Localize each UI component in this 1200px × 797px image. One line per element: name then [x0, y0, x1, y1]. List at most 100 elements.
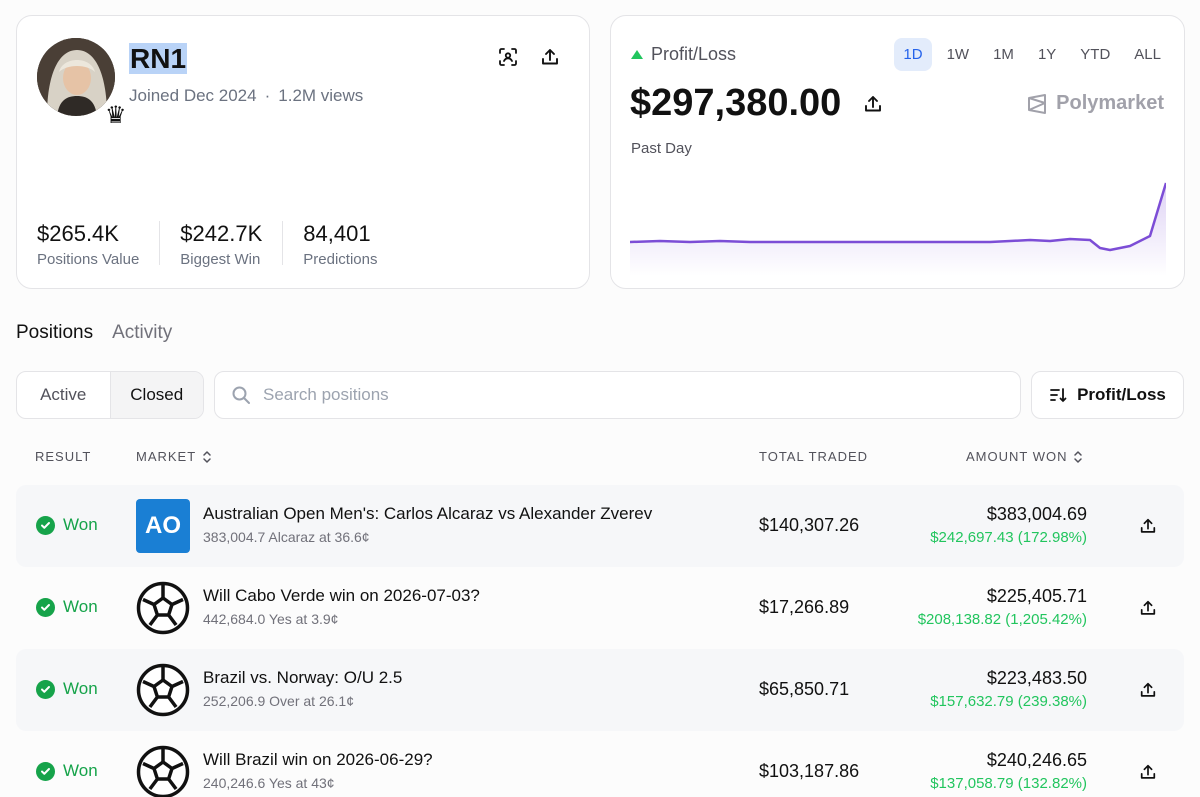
profit-gain: $137,058.79 (132.82%) [930, 775, 1087, 792]
profile-stats: $265.4K Positions Value $242.7K Biggest … [37, 221, 417, 268]
stat-value: 84,401 [303, 221, 371, 246]
search-input[interactable] [263, 385, 963, 405]
sort-toggle-icon [203, 450, 211, 463]
table-row[interactable]: Won Will Cabo Verde win on 2026-07-03? 4… [16, 567, 1184, 649]
market-title[interactable]: Australian Open Men's: Carlos Alcaraz vs… [203, 504, 652, 524]
header-total-traded-label: TOTAL TRADED [759, 449, 869, 464]
result-text: Won [63, 597, 98, 616]
tab-activity[interactable]: Activity [112, 322, 172, 344]
total-traded: $103,187.86 [759, 761, 860, 781]
sort-toggle-icon [1074, 450, 1083, 463]
share-icon[interactable] [859, 90, 887, 118]
range-ytd[interactable]: YTD [1071, 38, 1119, 71]
header-market-label: MARKET [136, 449, 197, 464]
market-position: 252,206.9 Over at 26.1¢ [203, 693, 354, 709]
range-1d[interactable]: 1D [894, 38, 932, 71]
header-amount-won[interactable]: AMOUNT WON [966, 449, 1083, 464]
scan-icon[interactable] [494, 43, 522, 71]
profit-gain: $208,138.82 (1,205.42%) [917, 611, 1087, 628]
range-1w[interactable]: 1W [938, 38, 979, 71]
avatar[interactable] [37, 38, 115, 116]
share-icon[interactable] [1134, 512, 1162, 540]
header-total-traded: TOTAL TRADED [759, 449, 868, 464]
amount-won: $223,483.50 [986, 668, 1087, 688]
pnl-area [630, 183, 1166, 276]
soccer-ball-icon [136, 663, 190, 717]
brand-name: Polymarket [1056, 92, 1164, 114]
range-all[interactable]: ALL [1125, 38, 1170, 71]
pnl-value: $297,380.00 [630, 82, 842, 124]
soccer-ball-icon [136, 745, 190, 797]
share-icon[interactable] [1134, 758, 1162, 786]
meta-separator: · [264, 86, 271, 105]
result-text: Won [63, 679, 98, 698]
check-circle-icon [36, 761, 55, 781]
joined-date: Joined Dec 2024 [129, 86, 257, 105]
pnl-card: Profit/Loss 1D 1W 1M 1Y YTD ALL $297,380… [610, 15, 1185, 289]
result-badge: Won [36, 515, 98, 535]
view-count: 1.2M views [278, 86, 364, 105]
header-result: RESULT [35, 449, 91, 464]
header-amount-won-label: AMOUNT WON [966, 449, 1068, 464]
filter-closed-button[interactable]: Closed [109, 372, 203, 418]
pnl-label: Profit/Loss [631, 44, 736, 65]
pnl-chart [630, 182, 1166, 276]
check-circle-icon [36, 679, 55, 699]
table-row[interactable]: Won Will Brazil win on 2026-06-29? 240,2… [16, 731, 1184, 797]
header-market[interactable]: MARKET [136, 449, 212, 464]
stat-value: $242.7K [180, 221, 263, 246]
total-traded: $65,850.71 [759, 679, 850, 699]
pnl-line [630, 182, 1166, 252]
table-row[interactable]: Won AO Australian Open Men's: Carlos Alc… [16, 485, 1184, 567]
share-icon[interactable] [1134, 594, 1162, 622]
range-selector: 1D 1W 1M 1Y YTD ALL [894, 38, 1170, 71]
stat-predictions: 84,401 Predictions [303, 221, 397, 268]
result-badge: Won [36, 597, 98, 617]
polymarket-logo: Polymarket [1026, 92, 1164, 115]
range-1m[interactable]: 1M [984, 38, 1023, 71]
username: RN1 [129, 43, 188, 74]
trend-up-icon [631, 50, 643, 59]
result-badge: Won [36, 679, 98, 699]
search-box [214, 371, 1021, 419]
share-icon[interactable] [536, 43, 564, 71]
sort-icon [1050, 388, 1067, 403]
market-position: 442,684.0 Yes at 3.9¢ [203, 611, 339, 627]
stat-biggest-win: $242.7K Biggest Win [180, 221, 284, 268]
check-circle-icon [36, 515, 55, 535]
profile-card: ♛ RN1 Joined Dec 2024 · 1.2M views $265.4K… [16, 15, 590, 289]
table-row[interactable]: Won Brazil vs. Norway: O/U 2.5 252,206.9… [16, 649, 1184, 731]
logo-text: AO [145, 512, 181, 539]
crown-icon: ♛ [105, 102, 127, 129]
market-position: 383,004.7 Alcaraz at 36.6¢ [203, 529, 370, 545]
stat-label: Positions Value [37, 251, 140, 268]
market-title[interactable]: Will Brazil win on 2026-06-29? [203, 750, 433, 770]
sort-button[interactable]: Profit/Loss [1031, 371, 1184, 419]
result-badge: Won [36, 761, 98, 781]
total-traded: $17,266.89 [759, 597, 850, 617]
pnl-period: Past Day [631, 140, 692, 157]
check-circle-icon [36, 597, 55, 617]
soccer-ball-icon [136, 581, 190, 635]
amount-won: $240,246.65 [986, 750, 1087, 770]
pnl-label-text: Profit/Loss [651, 44, 737, 64]
total-traded: $140,307.26 [759, 515, 860, 535]
filter-active-button[interactable]: Active [17, 372, 110, 418]
stat-label: Predictions [303, 251, 378, 268]
result-text: Won [63, 761, 98, 780]
share-icon[interactable] [1134, 676, 1162, 704]
market-title[interactable]: Brazil vs. Norway: O/U 2.5 [203, 668, 402, 688]
stat-value: $265.4K [37, 221, 119, 246]
tab-positions[interactable]: Positions [16, 322, 93, 344]
header-result-label: RESULT [35, 449, 92, 464]
australian-open-logo: AO [136, 499, 190, 553]
range-1y[interactable]: 1Y [1029, 38, 1065, 71]
market-title[interactable]: Will Cabo Verde win on 2026-07-03? [203, 586, 480, 606]
profit-gain: $157,632.79 (239.38%) [930, 693, 1087, 710]
stat-positions-value: $265.4K Positions Value [37, 221, 161, 268]
result-text: Won [63, 515, 98, 534]
sort-label: Profit/Loss [1077, 385, 1166, 404]
profit-gain: $242,697.43 (172.98%) [930, 529, 1087, 546]
market-position: 240,246.6 Yes at 43¢ [203, 775, 335, 791]
search-icon [232, 386, 250, 404]
